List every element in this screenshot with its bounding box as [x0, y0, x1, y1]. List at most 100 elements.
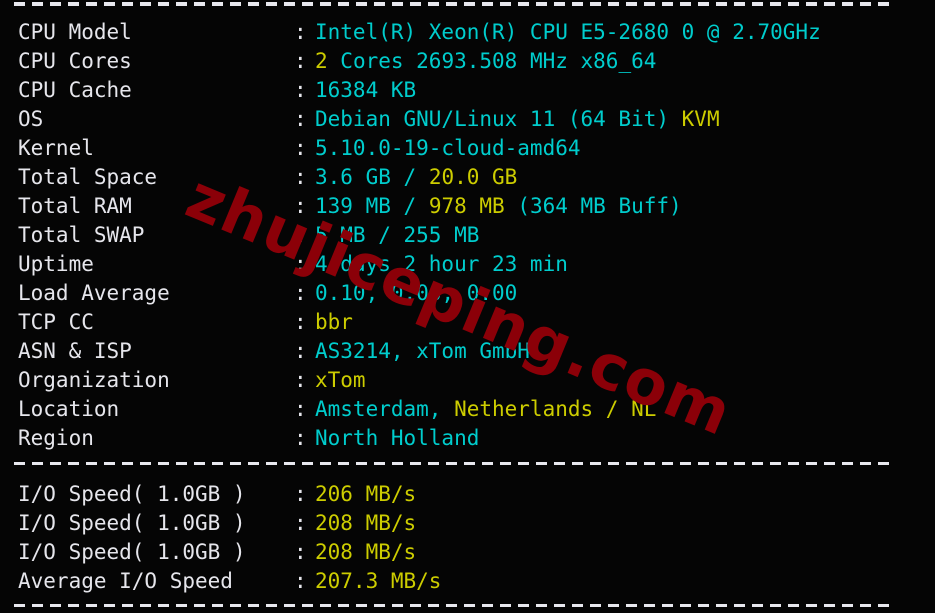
system-info-value: AS3214, xTom GmbH — [315, 337, 530, 366]
colon-separator: : — [294, 281, 307, 305]
system-info-value-segment: Amsterdam, — [315, 397, 455, 421]
system-info-value-segment: / — [403, 194, 429, 218]
system-info-label: Organization — [18, 368, 170, 392]
system-info-label: Load Average — [18, 281, 170, 305]
colon-separator: : — [294, 368, 307, 392]
io-speed-label: Average I/O Speed — [18, 569, 233, 593]
system-info-value-segment: 3.6 GB — [315, 165, 404, 189]
system-info-row: Location: Amsterdam, Netherlands / NL — [0, 395, 935, 424]
colon-separator: : — [294, 78, 307, 102]
system-info-label: OS — [18, 107, 44, 131]
system-info-row: OS: Debian GNU/Linux 11 (64 Bit) KVM — [0, 105, 935, 134]
io-speed-label: I/O Speed( 1.0GB ) — [18, 511, 246, 535]
colon-separator: : — [294, 482, 307, 506]
system-info-value: 5 MB / 255 MB — [315, 221, 479, 250]
colon-separator: : — [294, 165, 307, 189]
system-info-value-segment: Intel(R) Xeon(R) CPU E5-2680 0 @ 2.70GHz — [315, 20, 821, 44]
io-speed-row: I/O Speed( 1.0GB ):208 MB/s — [0, 538, 935, 567]
system-info-row: Organization: xTom — [0, 366, 935, 395]
system-info-value: 3.6 GB / 20.0 GB — [315, 163, 517, 192]
system-info-row: ASN & ISP: AS3214, xTom GmbH — [0, 337, 935, 366]
terminal-window: CPU Model: Intel(R) Xeon(R) CPU E5-2680 0… — [0, 0, 935, 613]
system-info-value: Debian GNU/Linux 11 (64 Bit) KVM — [315, 105, 720, 134]
system-info-row: Total Space:3.6 GB / 20.0 GB — [0, 163, 935, 192]
system-info-label: CPU Cores — [18, 49, 132, 73]
system-info-value: North Holland — [315, 424, 479, 453]
system-info-row: Total SWAP:5 MB / 255 MB — [0, 221, 935, 250]
system-info-value-segment: 139 MB — [315, 194, 404, 218]
system-info-label: CPU Cache — [18, 78, 132, 102]
system-info-value-segment: 5.10.0-19-cloud-amd64 — [315, 136, 581, 160]
colon-separator: : — [294, 20, 307, 44]
system-info-value-segment: KVM — [681, 107, 720, 131]
system-info-value-segment: 20.0 GB — [428, 165, 518, 189]
colon-separator: : — [294, 252, 307, 276]
colon-separator: : — [294, 136, 307, 160]
colon-separator: : — [294, 194, 307, 218]
system-info-row: Uptime:4 days 2 hour 23 min — [0, 250, 935, 279]
system-info-value-segment: 16384 KB — [315, 78, 417, 102]
io-speed-label: I/O Speed( 1.0GB ) — [18, 482, 246, 506]
system-info-label: TCP CC — [18, 310, 94, 334]
colon-separator: : — [294, 511, 307, 535]
system-info-label: Kernel — [18, 136, 94, 160]
system-info-label: Region — [18, 426, 94, 450]
colon-separator: : — [294, 339, 307, 363]
colon-separator: : — [294, 107, 307, 131]
colon-separator: : — [294, 397, 307, 421]
system-info-value-segment: Netherlands / NL — [454, 397, 657, 421]
io-speed-value-segment: 208 MB/s — [315, 540, 417, 564]
io-speed-value: 208 MB/s — [315, 538, 416, 567]
system-info-label: Total SWAP — [18, 223, 145, 247]
separator-top — [14, 2, 890, 6]
io-speed-row: Average I/O Speed:207.3 MB/s — [0, 567, 935, 596]
system-info-value: 139 MB / 978 MB (364 MB Buff) — [315, 192, 682, 221]
system-info-row: CPU Model: Intel(R) Xeon(R) CPU E5-2680 0… — [0, 18, 935, 47]
system-info-value-segment: Cores 2693.508 MHz x86_64 — [340, 49, 657, 73]
system-info-value: 0.10, 0.06, 0.00 — [315, 279, 517, 308]
system-info-row: Load Average:0.10, 0.06, 0.00 — [0, 279, 935, 308]
system-info-value: Amsterdam, Netherlands / NL — [315, 395, 656, 424]
system-info-value-segment: Debian GNU/Linux 11 (64 Bit) — [315, 107, 682, 131]
io-speed-row: I/O Speed( 1.0GB ):208 MB/s — [0, 509, 935, 538]
system-info-value-segment: 4 days 2 hour 23 min — [315, 252, 568, 276]
colon-separator: : — [294, 569, 307, 593]
system-info-value: bbr — [315, 308, 353, 337]
system-info-row: TCP CC: bbr — [0, 308, 935, 337]
system-info-value: xTom — [315, 366, 366, 395]
system-info-label: ASN & ISP — [18, 339, 132, 363]
system-info-label: CPU Model — [18, 20, 132, 44]
system-info-value-segment: xTom — [315, 368, 366, 392]
colon-separator: : — [294, 426, 307, 450]
colon-separator: : — [294, 223, 307, 247]
io-speed-value-segment: 207.3 MB/s — [315, 569, 442, 593]
system-info-value: 4 days 2 hour 23 min — [315, 250, 568, 279]
system-info-row: Kernel:5.10.0-19-cloud-amd64 — [0, 134, 935, 163]
system-info-row: CPU Cores:2 Cores 2693.508 MHz x86_64 — [0, 47, 935, 76]
system-info-value: 5.10.0-19-cloud-amd64 — [315, 134, 581, 163]
system-info-label: Total Space — [18, 165, 158, 189]
system-info-value-segment: 2 — [315, 49, 341, 73]
system-info-value: Intel(R) Xeon(R) CPU E5-2680 0 @ 2.70GHz — [315, 18, 821, 47]
io-speed-value: 207.3 MB/s — [315, 567, 441, 596]
system-info-row: CPU Cache:16384 KB — [0, 76, 935, 105]
system-info-value-segment: 978 MB — [428, 194, 518, 218]
system-info-value-segment: (364 MB Buff) — [517, 194, 682, 218]
separator-middle — [14, 462, 890, 465]
io-speed-value: 208 MB/s — [315, 509, 416, 538]
io-speed-row: I/O Speed( 1.0GB ):206 MB/s — [0, 480, 935, 509]
io-speed-value: 206 MB/s — [315, 480, 416, 509]
colon-separator: : — [294, 310, 307, 334]
io-speed-block: I/O Speed( 1.0GB ):206 MB/s I/O Speed( 1.… — [0, 480, 935, 596]
system-info-row: Region: North Holland — [0, 424, 935, 453]
colon-separator: : — [294, 49, 307, 73]
system-info-value-segment: 5 MB / 255 MB — [315, 223, 480, 247]
system-info-value: 2 Cores 2693.508 MHz x86_64 — [315, 47, 656, 76]
system-info-label: Total RAM — [18, 194, 132, 218]
io-speed-label: I/O Speed( 1.0GB ) — [18, 540, 246, 564]
system-info-label: Uptime — [18, 252, 94, 276]
io-speed-value-segment: 208 MB/s — [315, 511, 417, 535]
system-info-value-segment: 0.10, 0.06, 0.00 — [315, 281, 518, 305]
system-info-label: Location — [18, 397, 120, 421]
io-speed-value-segment: 206 MB/s — [315, 482, 417, 506]
